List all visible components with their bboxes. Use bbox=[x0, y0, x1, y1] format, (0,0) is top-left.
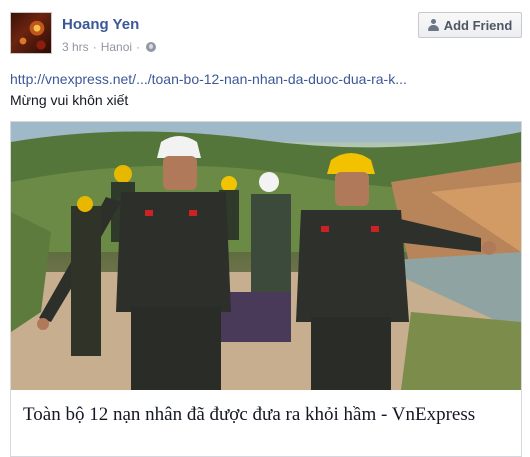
attachment-photo[interactable] bbox=[11, 122, 521, 390]
author-name[interactable]: Hoang Yen bbox=[62, 16, 139, 33]
globe-icon[interactable] bbox=[146, 42, 157, 52]
status-text: Mừng vui khôn xiết bbox=[10, 92, 129, 108]
post-timestamp[interactable]: 3 hrs bbox=[62, 40, 89, 54]
shared-link[interactable]: http://vnexpress.net/.../toan-bo-12-nan-… bbox=[10, 71, 520, 87]
post-location[interactable]: Hanoi bbox=[101, 40, 132, 54]
link-attachment-card[interactable]: Toàn bộ 12 nạn nhân đã được đưa ra khỏi … bbox=[10, 121, 522, 457]
add-friend-label: Add Friend bbox=[443, 17, 513, 33]
meta-separator: · bbox=[136, 40, 141, 54]
add-friend-button[interactable]: Add Friend bbox=[418, 12, 522, 38]
article-title[interactable]: Toàn bộ 12 nạn nhân đã được đưa ra khỏi … bbox=[23, 402, 513, 428]
feed-post: Hoang Yen 3 hrs · Hanoi · Add Friend htt… bbox=[0, 0, 530, 457]
post-meta: 3 hrs · Hanoi · bbox=[62, 40, 157, 54]
rescue-photo-illustration bbox=[11, 122, 521, 390]
person-add-icon bbox=[427, 18, 439, 32]
meta-separator: · bbox=[92, 40, 97, 54]
author-avatar[interactable] bbox=[10, 12, 52, 54]
attachment-caption: Toàn bộ 12 nạn nhân đã được đưa ra khỏi … bbox=[11, 390, 521, 456]
